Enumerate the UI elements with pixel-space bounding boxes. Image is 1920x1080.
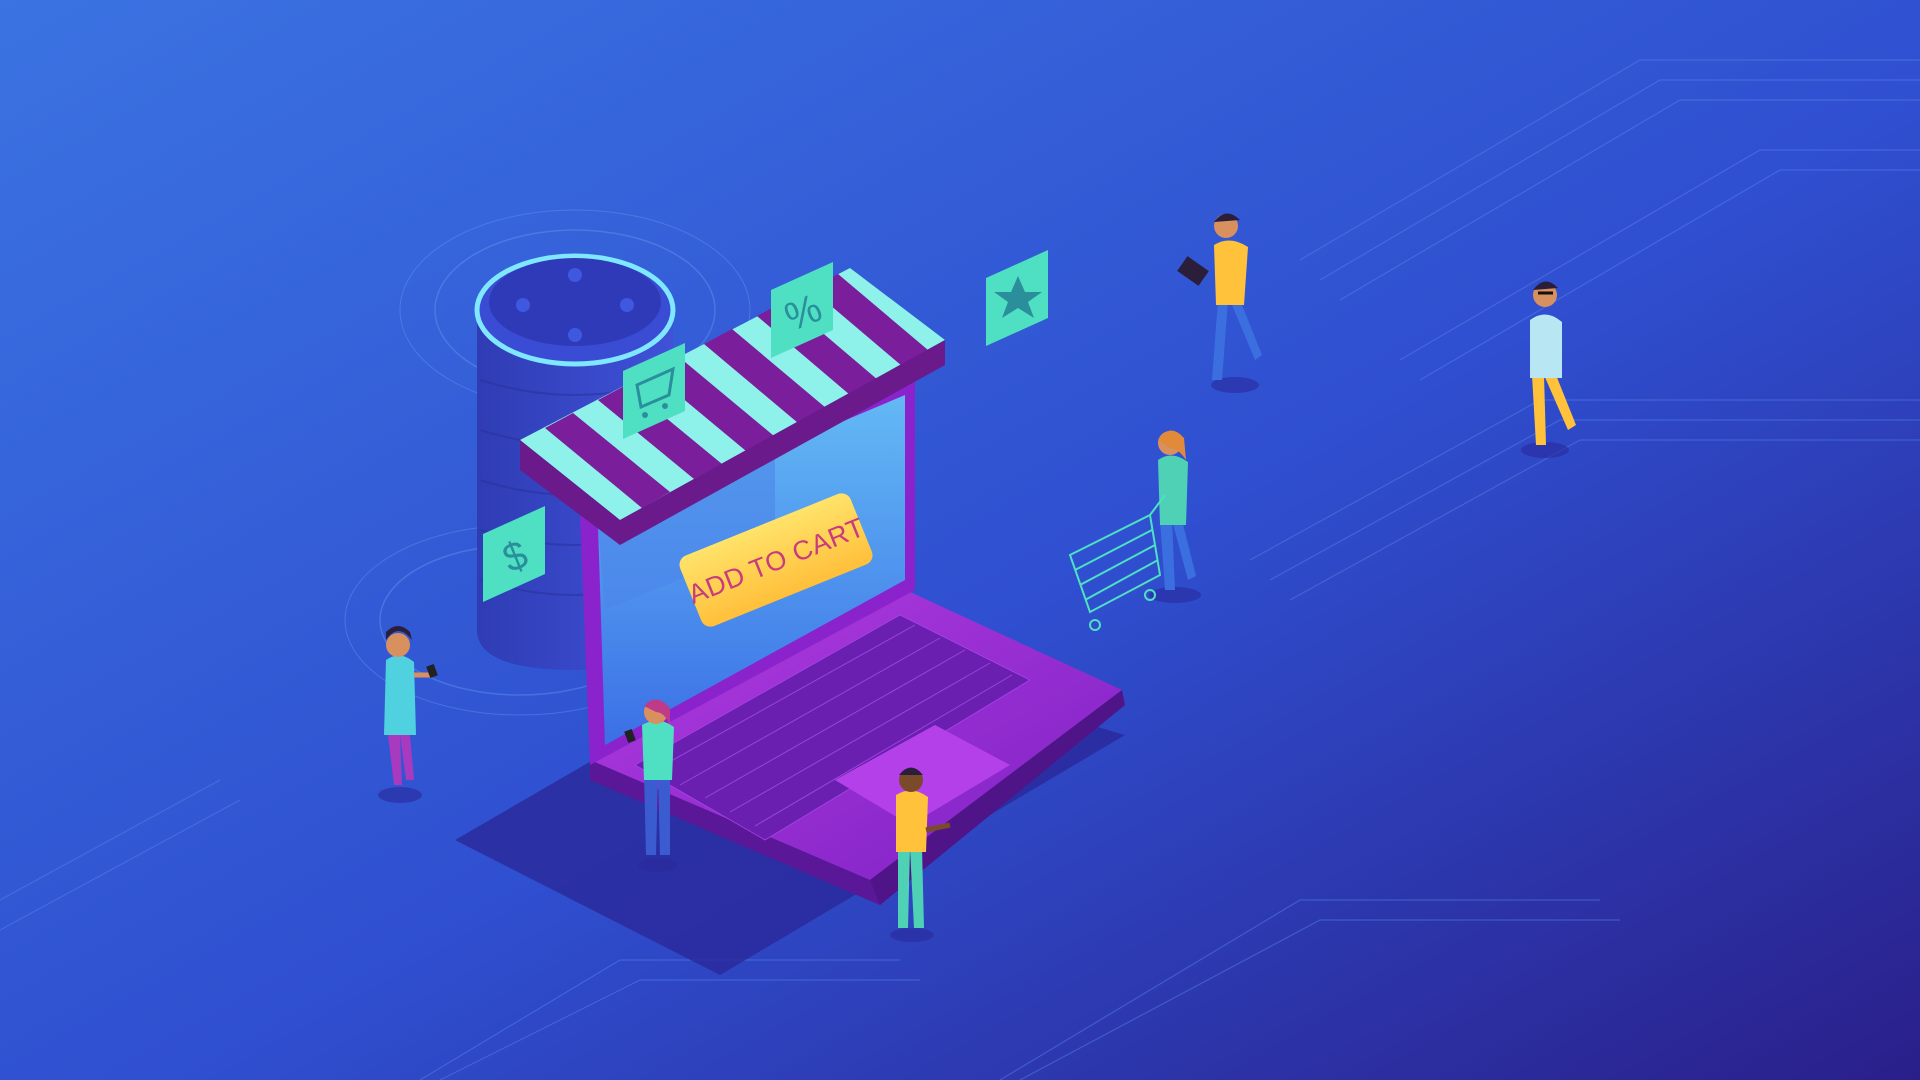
background (0, 0, 1920, 1080)
ecommerce-illustration: ADD TO CART % $ (0, 0, 1920, 1080)
